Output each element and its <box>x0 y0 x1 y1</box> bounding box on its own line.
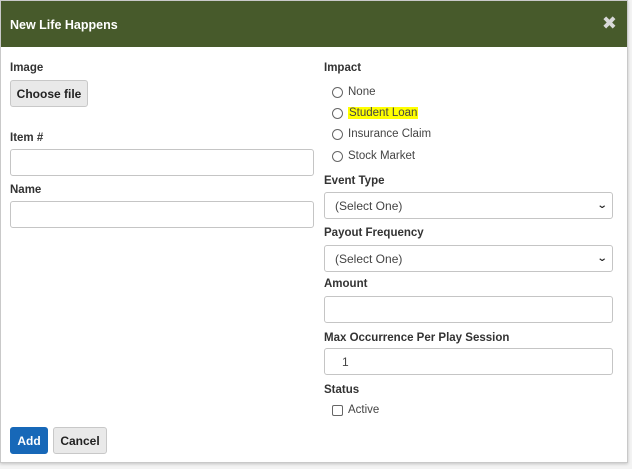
choose-file-button[interactable]: Choose file <box>10 80 88 107</box>
active-checkbox-row[interactable]: Active <box>332 404 379 416</box>
amount-label: Amount <box>324 278 368 290</box>
event-type-value: (Select One) <box>335 198 403 213</box>
image-label: Image <box>10 62 44 74</box>
impact-option-label: Student Loan <box>348 107 419 119</box>
max-occurrence-label: Max Occurrence Per Play Session <box>324 332 510 344</box>
item-number-input[interactable] <box>10 149 314 176</box>
payout-frequency-label: Payout Frequency <box>324 227 424 239</box>
impact-option-student-loan[interactable]: Student Loan <box>332 107 419 119</box>
close-icon[interactable]: ✖ <box>602 14 617 32</box>
payout-frequency-select[interactable]: (Select One) ⌄ <box>324 245 613 272</box>
event-type-select[interactable]: (Select One) ⌄ <box>324 192 613 219</box>
chevron-down-icon: ⌄ <box>596 253 608 264</box>
max-occurrence-input[interactable]: 1 <box>324 348 613 375</box>
payout-frequency-value: (Select One) <box>335 251 403 266</box>
dialog-header: New Life Happens ✖ <box>1 1 627 47</box>
radio-button[interactable] <box>332 150 343 162</box>
event-type-label: Event Type <box>324 175 385 187</box>
radio-button[interactable] <box>332 128 343 140</box>
name-label: Name <box>10 184 42 196</box>
impact-option-label: Stock Market <box>348 150 416 162</box>
dialog-title: New Life Happens <box>10 18 118 32</box>
item-number-label: Item # <box>10 132 44 144</box>
impact-option-label: Insurance Claim <box>348 128 432 140</box>
active-checkbox-label: Active <box>348 404 380 416</box>
cancel-button[interactable]: Cancel <box>53 427 107 454</box>
add-button[interactable]: Add <box>10 427 48 454</box>
chevron-down-icon: ⌄ <box>596 200 608 211</box>
amount-input[interactable] <box>324 296 613 323</box>
name-input[interactable] <box>10 201 314 228</box>
impact-option-label: None <box>348 86 376 98</box>
impact-option-none[interactable]: None <box>332 86 376 98</box>
status-label: Status <box>324 384 360 396</box>
radio-button[interactable] <box>332 107 343 119</box>
radio-button[interactable] <box>332 86 343 98</box>
impact-label: Impact <box>324 62 362 74</box>
new-life-happens-dialog: New Life Happens ✖ Image Choose file Ite… <box>0 0 628 463</box>
active-checkbox[interactable] <box>332 404 343 416</box>
impact-option-insurance-claim[interactable]: Insurance Claim <box>332 128 431 140</box>
impact-option-stock-market[interactable]: Stock Market <box>332 150 415 162</box>
